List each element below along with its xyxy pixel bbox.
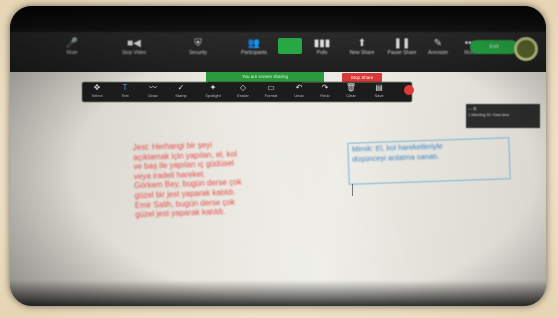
annotate-label: Annotate — [427, 50, 449, 56]
undo-icon: ↶ — [295, 83, 303, 92]
ann-text-label: Text — [121, 93, 129, 98]
security-label: Security — [188, 50, 208, 56]
eraser-icon: ◇ — [239, 83, 247, 92]
spotlight-icon: ✦ — [209, 83, 217, 92]
stop-video-button[interactable]: ■◀ Stop Video — [114, 38, 154, 56]
trash-icon: 🗑 — [345, 83, 357, 92]
mute-button[interactable]: 🎤 Mute — [52, 38, 92, 56]
ann-spotlight-button[interactable]: ✦ Spotlight — [202, 83, 224, 98]
ann-save-label: Save — [374, 93, 384, 98]
ann-eraser-label: Eraser — [237, 93, 249, 98]
record-indicator-icon[interactable] — [514, 37, 538, 61]
new-share-label: New Share — [349, 50, 375, 56]
pen-icon: 〰 — [149, 83, 157, 92]
ann-undo-button[interactable]: ↶ Undo — [288, 83, 310, 98]
share-banner: You are screen sharing — [206, 72, 324, 82]
monitor-bottom-edge — [10, 280, 546, 306]
microphone-icon: 🎤 — [65, 38, 79, 49]
ann-text-button[interactable]: T Text — [114, 83, 136, 98]
participants-icon: 👥 — [247, 38, 261, 49]
ann-draw-label: Draw — [148, 93, 158, 98]
share-status-indicator — [278, 38, 302, 54]
ann-undo-label: Undo — [294, 93, 304, 98]
security-button[interactable]: ⛨ Security — [178, 38, 218, 56]
ann-format-button[interactable]: ▭ Format — [260, 83, 282, 98]
pause-icon: ❚❚ — [393, 38, 411, 49]
participants-label: Participants — [240, 50, 268, 56]
ann-stamp-button[interactable]: ✓ Stamp — [170, 83, 192, 98]
shield-icon: ⛨ — [194, 38, 202, 49]
save-icon: ▤ — [375, 83, 383, 92]
text-icon: T — [122, 83, 128, 92]
close-annotation-icon[interactable] — [404, 85, 414, 95]
ann-stamp-label: Stamp — [175, 93, 187, 98]
ann-eraser-button[interactable]: ◇ Eraser — [232, 83, 254, 98]
monitor-photo: 🎤 Mute ■◀ Stop Video ⛨ Security 👥 Partic… — [10, 6, 546, 306]
stop-video-label: Stop Video — [121, 50, 147, 56]
ann-clear-button[interactable]: 🗑 Clear — [340, 83, 362, 98]
polls-button[interactable]: ▮▮▮ Polls — [302, 38, 342, 56]
ann-spotlight-label: Spotlight — [205, 93, 221, 98]
meeting-info-text: 1 Meeting ID: Kisa lane — [468, 112, 510, 117]
ann-redo-button[interactable]: ↷ Redo — [314, 83, 336, 98]
ann-clear-label: Clear — [346, 93, 356, 98]
stop-share-button[interactable]: Stop Share — [342, 73, 382, 82]
end-button[interactable]: End — [470, 40, 518, 54]
new-share-button[interactable]: ⬆ New Share — [342, 38, 382, 56]
ann-format-label: Format — [264, 93, 278, 98]
polls-label: Polls — [316, 50, 328, 56]
participants-button[interactable]: 👥 Participants — [234, 38, 274, 56]
pause-share-label: Pause Share — [387, 50, 417, 56]
photo-frame: 🎤 Mute ■◀ Stop Video ⛨ Security 👥 Partic… — [0, 0, 558, 318]
redo-icon: ↷ — [321, 83, 329, 92]
checkmark-icon: ✓ — [177, 83, 185, 92]
mute-label: Mute — [66, 50, 78, 56]
meeting-info-box: — ⊞ 1 Meeting ID: Kisa lane — [466, 104, 540, 128]
video-camera-icon: ■◀ — [127, 38, 141, 49]
ann-draw-button[interactable]: 〰 Draw — [142, 83, 164, 98]
ann-save-button[interactable]: ▤ Save — [368, 83, 390, 98]
pause-share-button[interactable]: ❚❚ Pause Share — [382, 38, 422, 56]
bar-chart-icon: ▮▮▮ — [313, 38, 331, 49]
ann-select-label: Select — [91, 93, 103, 98]
format-icon: ▭ — [267, 83, 275, 92]
ann-select-button[interactable]: ✥ Select — [86, 83, 108, 98]
ann-redo-label: Redo — [320, 93, 330, 98]
move-icon: ✥ — [93, 83, 101, 92]
share-screen-icon: ⬆ — [357, 38, 367, 49]
text-cursor — [352, 184, 353, 196]
red-text-block: Jest: Herhangi bir şeyi açıklamak için y… — [133, 137, 316, 220]
